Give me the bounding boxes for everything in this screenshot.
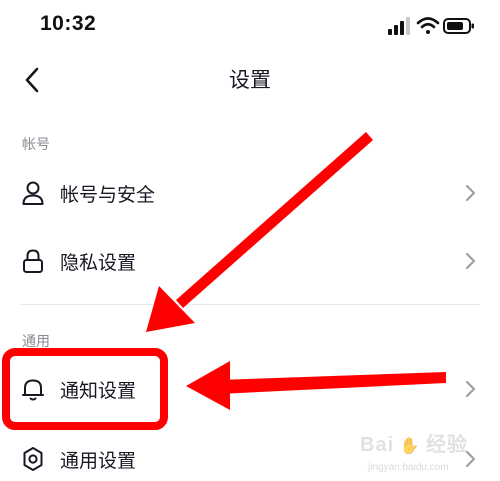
section-header-account: 帐号 xyxy=(22,137,50,153)
chevron-right-icon xyxy=(466,185,475,201)
settings-item-privacy[interactable]: 隐私设置 xyxy=(0,232,500,290)
settings-item-label: 通知设置 xyxy=(60,379,137,402)
status-time: 10:32 xyxy=(40,12,97,35)
watermark: Bai ✋ 经验 jingyan.baidu.com xyxy=(360,428,490,478)
settings-item-account-security[interactable]: 帐号与安全 xyxy=(0,164,500,222)
chevron-right-icon xyxy=(466,381,475,397)
chevron-right-icon xyxy=(466,253,475,269)
page-title: 设置 xyxy=(229,68,271,92)
lock-icon xyxy=(20,248,46,274)
status-icons xyxy=(388,17,474,35)
settings-item-label: 隐私设置 xyxy=(60,251,137,274)
watermark-logo: Bai ✋ 经验 xyxy=(360,434,468,456)
user-icon xyxy=(20,180,46,206)
settings-item-notifications[interactable]: 通知设置 xyxy=(0,360,500,418)
wifi-icon xyxy=(416,17,440,34)
section-header-general: 通用 xyxy=(22,334,50,350)
settings-item-label: 通用设置 xyxy=(60,449,137,472)
signal-icon xyxy=(388,17,410,35)
battery-icon xyxy=(443,18,474,34)
section-divider xyxy=(20,304,480,305)
settings-screen: 10:32 设置 帐号 帐号与安全 隐私设置 通用 通知设置 通用设置 Bai … xyxy=(0,0,500,481)
settings-item-label: 帐号与安全 xyxy=(60,183,156,206)
gear-icon xyxy=(20,446,46,472)
watermark-url: jingyan.baidu.com xyxy=(368,462,449,473)
bell-icon xyxy=(20,376,46,402)
